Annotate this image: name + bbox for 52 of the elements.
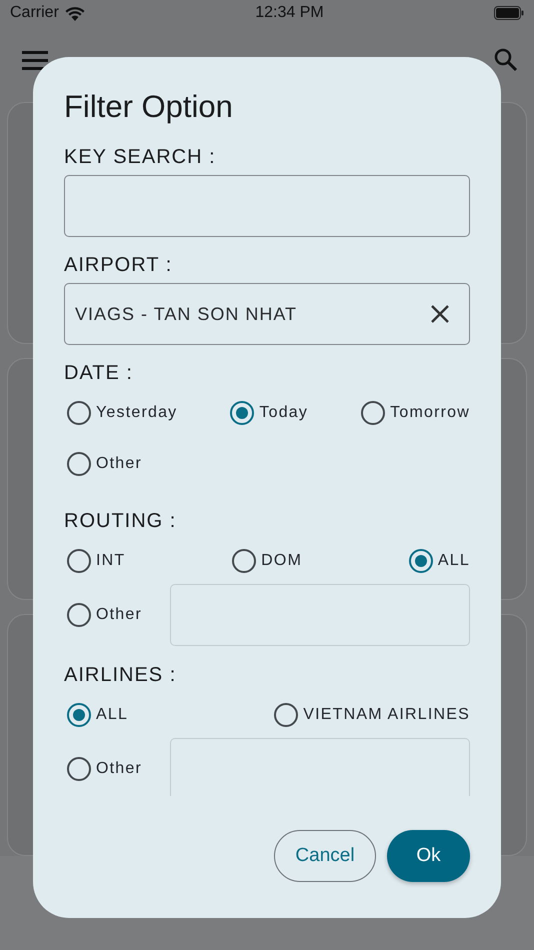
close-icon[interactable] [431, 305, 449, 323]
radio-option[interactable]: VIETNAM AIRLINES [274, 703, 470, 727]
input-field[interactable] [170, 738, 470, 796]
radio-option[interactable]: ALL [408, 549, 470, 573]
radio-label: ALL [438, 552, 470, 570]
status-time: 12:34 PM [255, 4, 324, 22]
ok-button[interactable]: Ok [387, 830, 470, 882]
radio-label: Other [96, 455, 142, 473]
radio-icon[interactable] [232, 549, 256, 573]
radio-option[interactable]: ALL [67, 703, 128, 727]
radio-icon[interactable] [361, 401, 386, 425]
radio-icon[interactable] [67, 452, 91, 476]
section-label: DATE : [64, 361, 134, 385]
radio-option[interactable]: Other [67, 603, 142, 627]
section-label: ROUTING : [64, 509, 178, 533]
radio-option[interactable]: INT [67, 549, 126, 573]
battery-icon [494, 6, 524, 20]
radio-label: DOM [261, 552, 302, 570]
radio-icon[interactable] [67, 703, 91, 727]
radio-label: VIETNAM AIRLINES [303, 706, 470, 724]
input-field[interactable] [64, 175, 470, 237]
radio-icon[interactable] [408, 549, 433, 573]
radio-icon[interactable] [230, 401, 254, 425]
radio-label: Yesterday [96, 404, 178, 422]
wifi-icon [64, 6, 85, 21]
radio-icon[interactable] [67, 757, 91, 781]
menu-icon[interactable] [22, 50, 48, 70]
radio-option[interactable]: Other [67, 452, 142, 476]
radio-icon[interactable] [67, 603, 91, 627]
radio-label: INT [96, 552, 126, 570]
radio-icon[interactable] [67, 549, 91, 573]
section-label: AIRPORT : [64, 253, 174, 277]
radio-option[interactable]: Today [230, 401, 308, 425]
radio-icon[interactable] [67, 401, 91, 425]
cancel-button[interactable]: Cancel [274, 830, 376, 882]
radio-icon[interactable] [274, 703, 298, 727]
input-field[interactable] [170, 584, 470, 646]
radio-label: ALL [96, 706, 128, 724]
radio-option[interactable]: DOM [232, 549, 302, 573]
radio-label: Other [96, 606, 142, 624]
radio-label: Today [259, 404, 308, 422]
section-label: AIRLINES : [64, 663, 178, 687]
section-label: KEY SEARCH : [64, 145, 217, 169]
radio-label: Other [96, 760, 142, 778]
dialog-title: Filter Option [64, 89, 234, 125]
airport-field[interactable]: VIAGS - TAN SON NHAT [64, 283, 470, 345]
radio-option[interactable]: Yesterday [67, 401, 178, 425]
radio-option[interactable]: Other [67, 757, 142, 781]
search-icon[interactable] [494, 48, 518, 72]
carrier-label: Carrier [10, 4, 59, 22]
radio-option[interactable]: Tomorrow [361, 401, 470, 425]
radio-label: Tomorrow [390, 404, 470, 422]
